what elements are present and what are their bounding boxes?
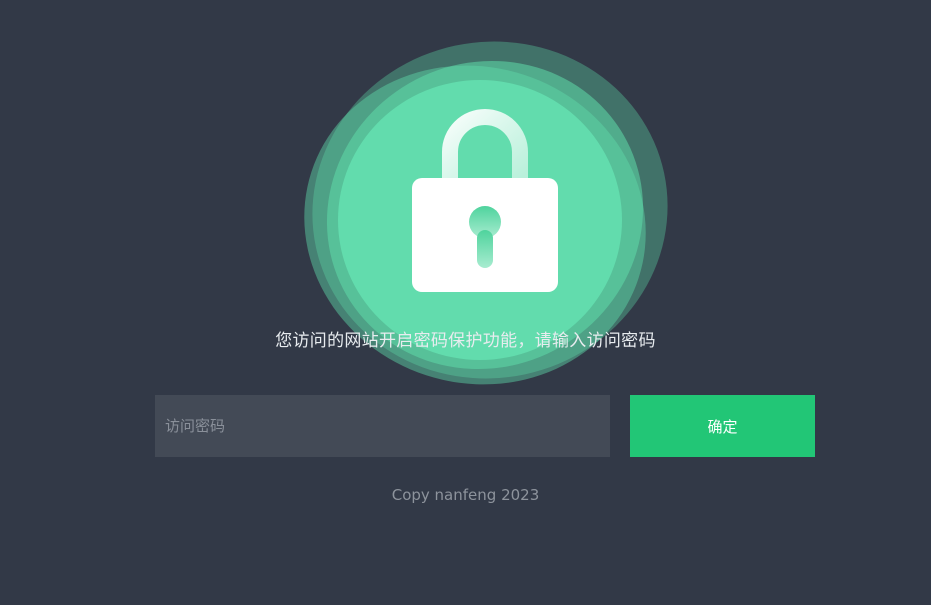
password-protect-page: 您访问的网站开启密码保护功能，请输入访问密码 确定 Copy nanfeng 2… — [0, 0, 931, 605]
copyright-footer: Copy nanfeng 2023 — [391, 486, 540, 504]
password-input[interactable] — [155, 395, 610, 457]
protection-message: 您访问的网站开启密码保护功能，请输入访问密码 — [275, 331, 656, 351]
confirm-button[interactable]: 确定 — [630, 395, 815, 457]
